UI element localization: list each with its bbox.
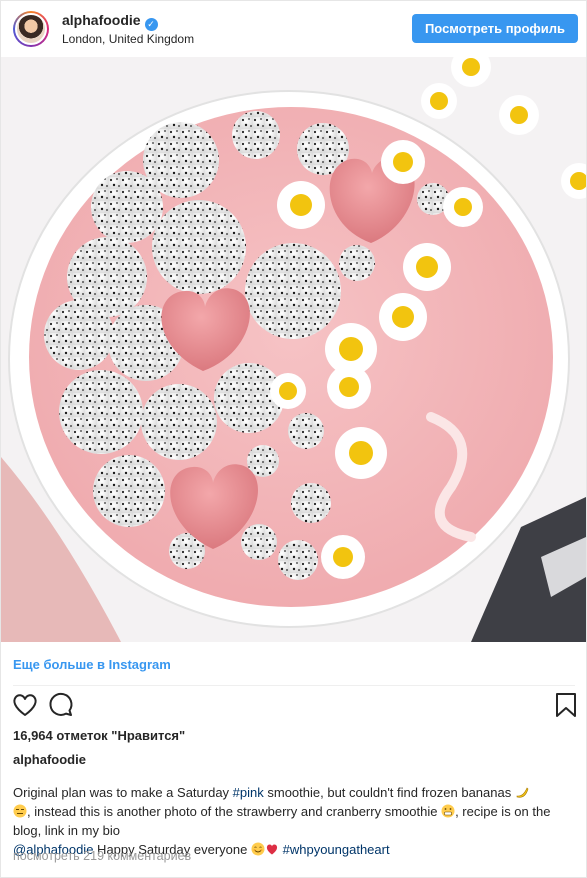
- post-photo[interactable]: [1, 57, 586, 642]
- bookmark-icon[interactable]: [552, 691, 580, 719]
- banana-emoji: [516, 787, 529, 798]
- caption-text: Original plan was to make a Saturday: [13, 785, 233, 800]
- location-text[interactable]: London, United Kingdom: [62, 32, 194, 46]
- username-text: alphafoodie: [62, 12, 141, 28]
- more-on-instagram-link[interactable]: Еще больше в Instagram: [13, 657, 171, 672]
- caption-text: smoothie, but couldn't find frozen banan…: [263, 785, 515, 800]
- likes-count[interactable]: 16,964 отметок "Нравится": [13, 728, 185, 743]
- heart-outline-icon[interactable]: [11, 691, 39, 719]
- verified-badge-icon: ✓: [144, 18, 158, 31]
- hashtag-pink[interactable]: #pink: [233, 785, 264, 800]
- instagram-embed: alphafoodie ✓ London, United Kingdom Посм…: [0, 0, 587, 878]
- post-caption: Original plan was to make a Saturday #pi…: [13, 783, 578, 859]
- view-profile-button[interactable]: Посмотреть профиль: [412, 14, 578, 43]
- comment-bubble-icon[interactable]: [47, 691, 75, 719]
- divider: [13, 685, 575, 686]
- header-username[interactable]: alphafoodie ✓: [62, 12, 158, 31]
- post-username[interactable]: alphafoodie: [13, 752, 86, 767]
- avatar-image: [15, 13, 47, 45]
- smiling-emoji: [251, 842, 265, 856]
- view-comments-link[interactable]: посмотреть 219 комментариев: [13, 849, 191, 863]
- heart-emoji: [266, 844, 278, 855]
- post-header: alphafoodie ✓ London, United Kingdom Посм…: [1, 1, 586, 57]
- smoothie-bowl-photo: [1, 57, 586, 642]
- avatar[interactable]: [13, 11, 49, 47]
- grinning-emoji: [441, 804, 455, 818]
- caption-text: , instead this is another photo of the s…: [27, 804, 442, 819]
- expressionless-emoji: [13, 804, 27, 818]
- hashtag-whpyoungatheart[interactable]: #whpyoungatheart: [283, 842, 390, 857]
